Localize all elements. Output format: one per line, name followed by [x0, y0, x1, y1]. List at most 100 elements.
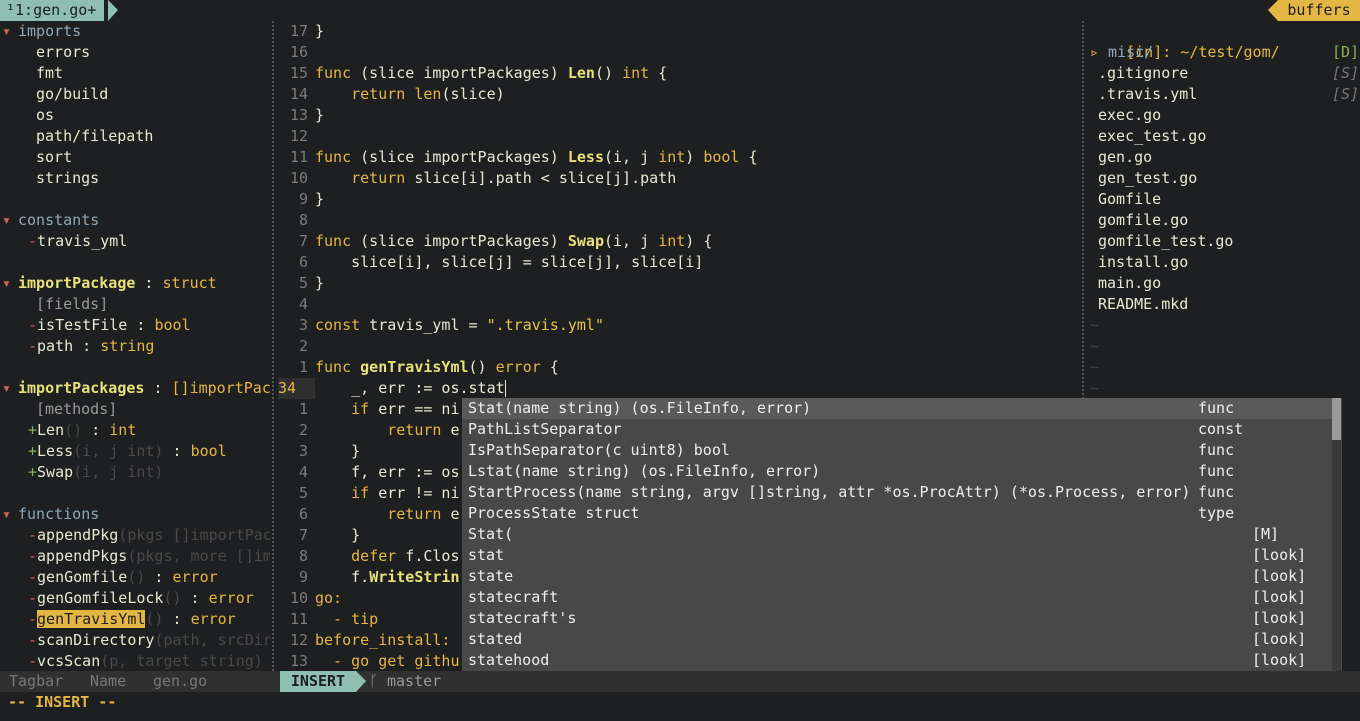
file-tree-item[interactable]: install.go [1088, 252, 1360, 273]
empty-line-marker: ~ [1088, 357, 1360, 378]
code-token: e [441, 505, 460, 523]
code-line[interactable]: 8 [278, 210, 1080, 231]
completion-item[interactable]: PathListSeparator const [462, 419, 1332, 440]
completion-source: [look] [1252, 609, 1307, 627]
file-tree-item[interactable]: gomfile.go [1088, 210, 1360, 231]
line-number: 3 [298, 316, 308, 334]
vertical-split-left[interactable] [270, 21, 278, 671]
tag-text: bool [190, 442, 227, 460]
code-line[interactable]: 16 [278, 42, 1080, 63]
file-name: ~ [1090, 379, 1100, 397]
file-tree-item[interactable]: gen.go [1088, 147, 1360, 168]
tag-text: fmt [36, 64, 64, 82]
tagbar-entry: [methods] [36, 399, 117, 420]
tag-text: appendPkg [37, 526, 119, 544]
code-line[interactable]: 12 [278, 126, 1080, 147]
tag-text: + [28, 463, 38, 481]
code-line[interactable]: 15 func (slice importPackages) Len() int … [278, 63, 1080, 84]
code-line[interactable]: 1 func genTravisYml() error { [278, 357, 1080, 378]
completion-item[interactable]: Stat([M] [462, 524, 1332, 545]
file-tree-item[interactable]: .travis.yml [S] [1088, 84, 1360, 105]
file-tree-item[interactable]: exec_test.go [1088, 126, 1360, 147]
file-tree-item[interactable]: gen_test.go [1088, 168, 1360, 189]
completion-kind: const [1198, 420, 1244, 438]
file-name: exec.go [1098, 106, 1162, 124]
tagbar-entry: sort [36, 147, 72, 168]
code-line[interactable]: 13} [278, 105, 1080, 126]
code-token: if [351, 484, 370, 502]
tagbar-entry: -path : string [28, 336, 154, 357]
code-line[interactable]: 3 const travis_yml = ".travis.yml" [278, 315, 1080, 336]
completion-source: [look] [1252, 546, 1307, 564]
code-line[interactable]: 6 slice[i], slice[j] = slice[j], slice[i… [278, 252, 1080, 273]
file-name: ▹ misc/ [1090, 42, 1153, 63]
git-status-flag: [D] [1332, 43, 1360, 61]
line-number: 6 [298, 505, 308, 523]
code-line[interactable]: 9} [278, 189, 1080, 210]
command-line[interactable]: -- INSERT -- [0, 692, 1360, 721]
file-tree-item[interactable]: README.mkd [1088, 294, 1360, 315]
file-tree-item[interactable]: gomfile_test.go [1088, 231, 1360, 252]
code-token: WriteStrin [369, 568, 460, 586]
buffers-label[interactable]: buffers [1278, 0, 1360, 21]
file-tree-item[interactable]: main.go [1088, 273, 1360, 294]
code-line[interactable]: 11 func (slice importPackages) Less(i, j … [278, 147, 1080, 168]
line-number: 2 [298, 421, 308, 439]
tagbar-pane[interactable]: ▾ imports errors fmt go/build os path/filepath… [0, 21, 270, 671]
code-line[interactable]: 5} [278, 273, 1080, 294]
code-line[interactable]: 14 return len(slice) [278, 84, 1080, 105]
code-token: e [441, 421, 460, 439]
tag-text: : [135, 274, 163, 292]
code-line[interactable]: 10 return slice[i].path < slice[j].path [278, 168, 1080, 189]
code-token: ".travis.yml" [486, 316, 604, 334]
line-number: 15 [289, 64, 308, 82]
completion-item[interactable]: statecraft [look] [462, 587, 1332, 608]
file-tree-item[interactable]: exec.go [1088, 105, 1360, 126]
code-line[interactable]: 4 [278, 294, 1080, 315]
tab-gen-go[interactable]: ¹1:gen.go+ [0, 0, 105, 21]
popup-scrollbar-thumb[interactable] [1332, 398, 1341, 440]
popup-scrollbar[interactable] [1332, 398, 1341, 692]
code-line[interactable]: 34 _, err := os.stat [278, 378, 1080, 399]
completion-item[interactable]: statecraft's [look] [462, 608, 1332, 629]
tag-text: travis_yml [37, 232, 128, 250]
tag-text: - [28, 610, 38, 628]
completion-item[interactable]: Lstat(name string) (os.FileInfo, error) f… [462, 461, 1332, 482]
line-number: 4 [298, 463, 308, 481]
tag-text: importPackage [18, 274, 136, 292]
line-number: 34 [278, 378, 315, 399]
code-line[interactable]: 2 [278, 336, 1080, 357]
completion-item[interactable]: stated [look] [462, 629, 1332, 650]
tag-text: : [181, 589, 209, 607]
file-tree-item[interactable]: ▹ misc/ [D] [1088, 42, 1360, 63]
tagbar-entry: -appendPkg(pkgs []importPac [28, 525, 270, 546]
completion-item[interactable]: state [look] [462, 566, 1332, 587]
completion-word: PathListSeparator [468, 420, 622, 438]
code-token: { [649, 64, 668, 82]
tag-text: : [127, 316, 155, 334]
code-token: (slice importPackages) [351, 148, 568, 166]
code-line[interactable]: 7 func (slice importPackages) Swap(i, j i… [278, 231, 1080, 252]
tab-arrow-icon [108, 0, 118, 21]
tag-text: go/build [36, 85, 109, 103]
completion-item[interactable]: IsPathSeparator(c uint8) bool func [462, 440, 1332, 461]
code-line[interactable]: 17} [278, 21, 1080, 42]
completion-item[interactable]: stat [look] [462, 545, 1332, 566]
completion-item[interactable]: statehood [look] [462, 650, 1332, 671]
file-name: gen.go [1098, 148, 1153, 166]
tag-text: []importPac [171, 379, 270, 397]
completion-item[interactable]: StartProcess(name string, argv []string,… [462, 482, 1332, 503]
completion-popup[interactable]: Stat(name string) (os.FileInfo, error) fu… [462, 398, 1342, 692]
tag-text: - [28, 316, 38, 334]
tag-text: [fields] [36, 295, 109, 313]
fold-arrow-icon: ▾ [2, 379, 12, 397]
code-token: genTravisYml [360, 358, 469, 376]
statusbar: Tagbar Name gen.go INSERT ᚴ master [0, 671, 1360, 692]
file-tree-item[interactable]: .gitignore [S] [1088, 63, 1360, 84]
completion-item[interactable]: ProcessState struct type [462, 503, 1332, 524]
file-name: gen_test.go [1098, 169, 1198, 187]
tabline: ¹1:gen.go+ buffers [0, 0, 1360, 21]
completion-item[interactable]: Stat(name string) (os.FileInfo, error) fu… [462, 398, 1332, 419]
completion-source: [M] [1252, 525, 1280, 543]
file-tree-item[interactable]: Gomfile [1088, 189, 1360, 210]
